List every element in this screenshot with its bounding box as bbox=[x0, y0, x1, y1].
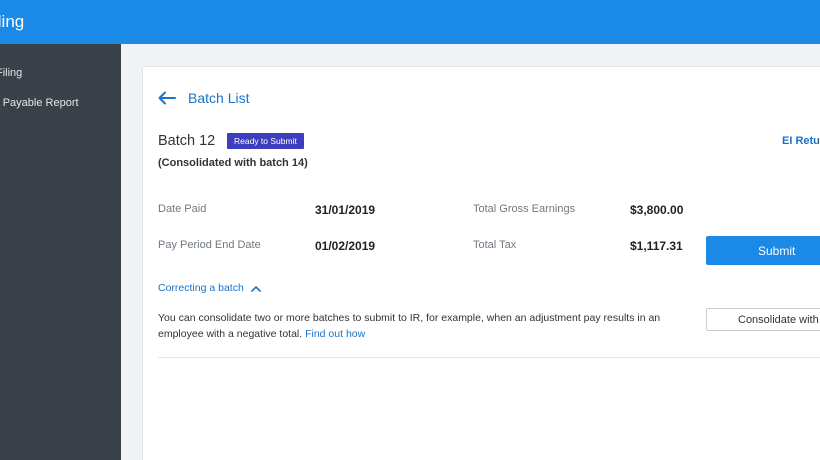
total-gross-label: Total Gross Earnings bbox=[473, 203, 576, 215]
date-paid-value: 31/01/2019 bbox=[315, 203, 376, 217]
pay-period-end-value: 01/02/2019 bbox=[315, 239, 376, 253]
find-out-how-link[interactable]: Find out how bbox=[305, 328, 365, 340]
sidebar-item-filing[interactable]: Filing bbox=[0, 67, 22, 79]
batch-title: Batch 12 bbox=[158, 133, 216, 149]
submit-button[interactable]: Submit bbox=[706, 236, 820, 265]
chevron-up-icon bbox=[250, 285, 261, 292]
sidebar-item-payable-report[interactable]: r Payable Report bbox=[0, 97, 79, 109]
sidebar: Filing r Payable Report bbox=[0, 44, 121, 460]
top-app-bar: iling bbox=[0, 0, 820, 44]
date-paid-label: Date Paid bbox=[158, 203, 207, 215]
total-tax-value: $1,117.31 bbox=[630, 239, 683, 253]
back-link-label: Batch List bbox=[188, 90, 250, 106]
pay-period-end-label: Pay Period End Date bbox=[158, 239, 261, 251]
consolidate-with-button[interactable]: Consolidate with bbox=[706, 308, 820, 331]
total-tax-label: Total Tax bbox=[473, 239, 517, 251]
consolidate-info-text: You can consolidate two or more batches … bbox=[158, 312, 661, 340]
app-title: iling bbox=[0, 12, 25, 31]
section-divider bbox=[158, 357, 820, 358]
total-gross-value: $3,800.00 bbox=[630, 203, 684, 217]
correcting-batch-label: Correcting a batch bbox=[158, 282, 244, 294]
correcting-batch-toggle[interactable]: Correcting a batch bbox=[158, 282, 261, 294]
consolidated-note: (Consolidated with batch 14) bbox=[158, 157, 308, 169]
arrow-left-icon bbox=[158, 91, 176, 105]
back-to-batch-list-link[interactable]: Batch List bbox=[158, 88, 249, 108]
consolidate-info: You can consolidate two or more batches … bbox=[158, 310, 698, 342]
ei-return-link[interactable]: EI Retur bbox=[782, 135, 820, 147]
status-badge: Ready to Submit bbox=[227, 133, 304, 149]
